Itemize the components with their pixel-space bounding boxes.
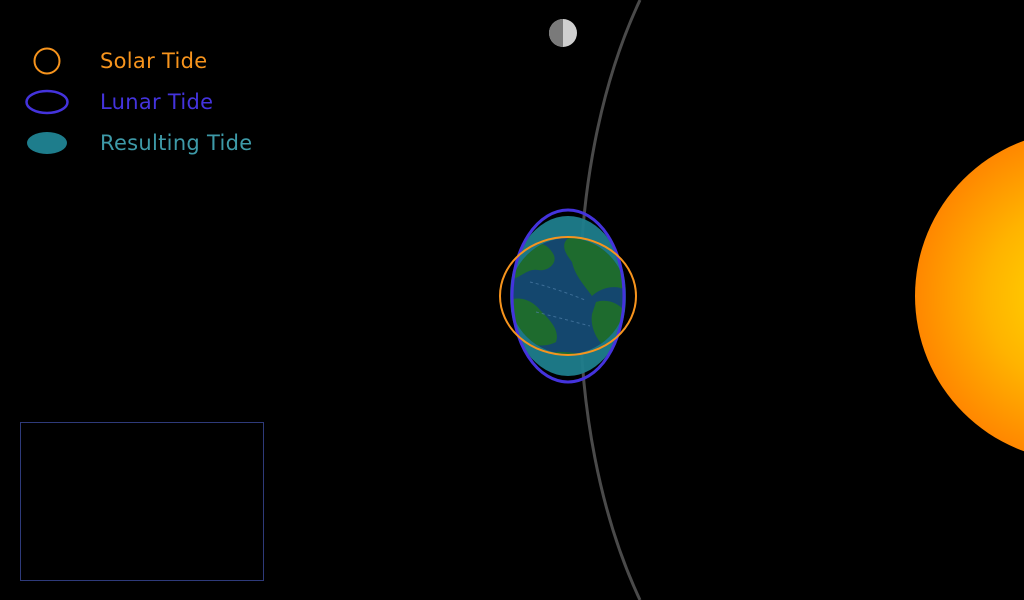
sun-icon (915, 140, 1024, 452)
legend-label-lunar-tide: Lunar Tide (100, 90, 214, 114)
half-moon-icon (549, 19, 577, 47)
legend-item-solar-tide: Solar Tide (24, 46, 207, 76)
legend-item-lunar-tide: Lunar Tide (24, 87, 213, 117)
resulting-tide-swatch-icon (24, 128, 70, 158)
legend-item-resulting-tide: Resulting Tide (24, 128, 253, 158)
tide-simulation-stage: Solar Tide Lunar Tide Resulting Tide (0, 0, 1024, 600)
legend-label-solar-tide: Solar Tide (100, 49, 208, 73)
legend-label-resulting-tide: Resulting Tide (100, 131, 253, 155)
solar-tide-swatch-icon (24, 46, 70, 76)
lunar-tide-swatch-icon (24, 87, 70, 117)
info-panel (20, 422, 264, 581)
